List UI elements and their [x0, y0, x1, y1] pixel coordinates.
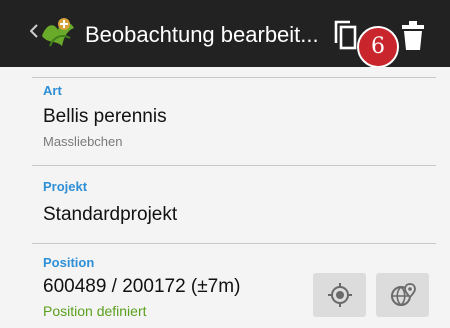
art-value: Bellis perennis — [43, 106, 167, 127]
position-status: Position definiert — [43, 303, 147, 319]
position-value: 600489 / 200172 (±7m) — [43, 276, 241, 297]
position-label: Position — [43, 255, 95, 270]
step-badge: 6 — [357, 26, 399, 68]
copy-icon[interactable] — [332, 19, 358, 51]
projekt-value: Standardprojekt — [43, 204, 178, 225]
projekt-label: Projekt — [43, 179, 88, 194]
chevron-left-icon[interactable] — [30, 24, 38, 38]
locate-button[interactable] — [313, 273, 366, 317]
art-common-name: Massliebchen — [43, 134, 123, 149]
divider — [32, 165, 436, 166]
divider — [32, 77, 436, 78]
globe-pin-icon — [391, 283, 416, 306]
page-title: Beobachtung bearbeit... — [85, 22, 319, 47]
gps-crosshair-icon — [328, 283, 352, 307]
trash-icon[interactable] — [400, 19, 426, 51]
divider — [32, 243, 436, 244]
app-bar: Beobachtung bearbeit... 6 — [0, 0, 450, 68]
map-position-button[interactable] — [376, 273, 429, 317]
observation-form: Art Bellis perennis Massliebchen Projekt… — [0, 67, 450, 328]
art-label: Art — [43, 83, 62, 98]
app-logo-icon[interactable] — [40, 16, 76, 50]
